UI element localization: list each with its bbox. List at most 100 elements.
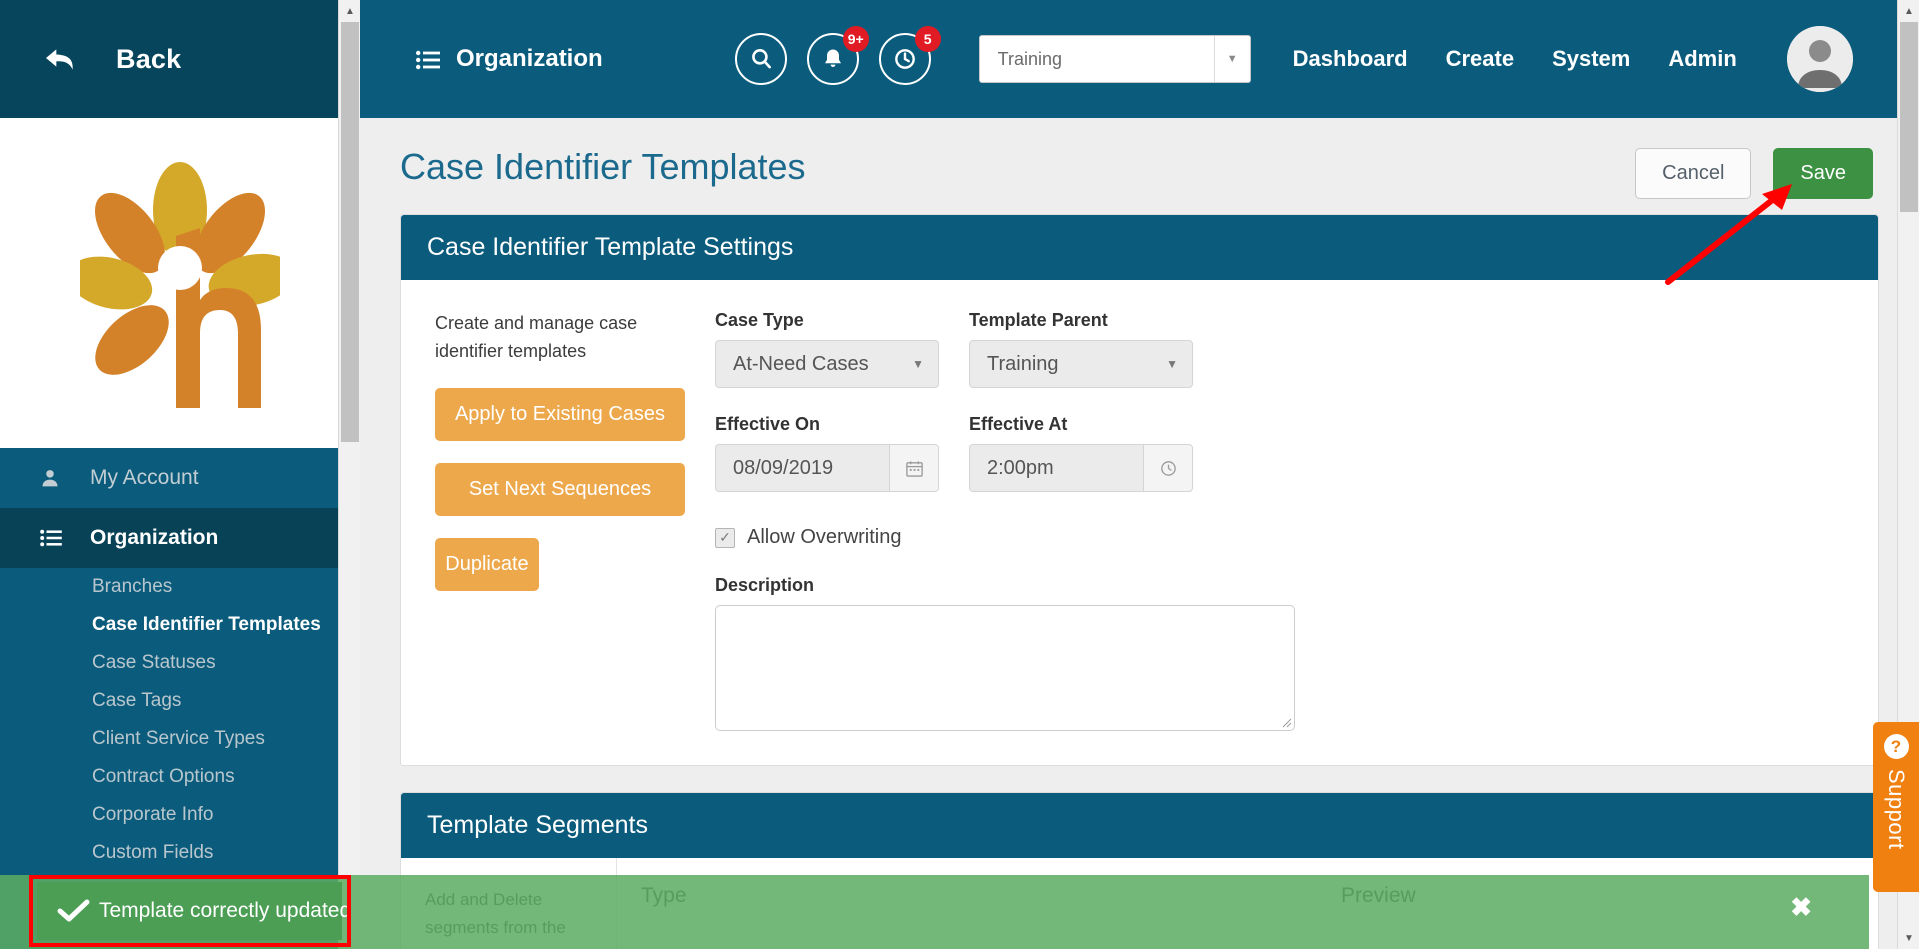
top-navigation-bar: Organization 9+ 5 Training ▼ Dashboard C… <box>360 0 1919 118</box>
search-button[interactable] <box>734 33 787 85</box>
template-parent-value: Training <box>987 352 1059 375</box>
avatar[interactable] <box>1786 26 1853 92</box>
scroll-up-icon[interactable]: ▲ <box>339 0 360 22</box>
sidebar-subitem-label: Case Tags <box>92 690 182 711</box>
toast-notification: Template correctly updated <box>37 882 351 940</box>
bell-icon <box>824 49 841 67</box>
sidebar-subitem-label: Contract Options <box>92 766 235 787</box>
effective-on-field: Effective On 08/09/2019 <box>715 414 939 492</box>
case-type-select[interactable]: At-Need Cases ▼ <box>715 340 939 388</box>
sidebar-item-organization[interactable]: Organization <box>0 508 360 568</box>
sidebar-item-case-identifier-templates[interactable]: Case Identifier Templates <box>0 606 360 644</box>
effective-on-label: Effective On <box>715 414 821 434</box>
settings-fields-column: Case Type At-Need Cases ▼ Template Paren… <box>715 310 1844 731</box>
list-icon <box>40 527 64 549</box>
sidebar-subitem-label: Client Service Types <box>92 728 265 749</box>
sidebar-item-my-account[interactable]: My Account <box>0 448 360 508</box>
template-parent-label: Template Parent <box>969 310 1108 330</box>
sidebar-scrollbar-thumb[interactable] <box>341 22 359 442</box>
toast-close-button[interactable]: ✖ <box>1790 892 1812 923</box>
back-button[interactable]: Back <box>0 0 360 118</box>
page-title: Case Identifier Templates <box>400 146 806 187</box>
page-actions: Cancel Save <box>1635 148 1873 199</box>
organization-select-value: Training <box>997 48 1063 69</box>
duplicate-button[interactable]: Duplicate <box>435 537 539 591</box>
settings-help-text: Create and manage case identifier templa… <box>435 313 638 361</box>
sidebar-item-label: Organization <box>90 526 219 549</box>
avatar-icon <box>1786 26 1853 92</box>
sidebar-item-case-statuses[interactable]: Case Statuses <box>0 644 360 682</box>
organization-select[interactable]: Training ▼ <box>978 35 1251 83</box>
organization-menu-label: Organization <box>456 45 603 72</box>
clock-icon <box>894 49 915 69</box>
recent-activity-button[interactable]: 5 <box>878 26 941 85</box>
sidebar-subitem-label: Corporate Info <box>92 804 214 825</box>
page-header: Case Identifier Templates Cancel Save <box>360 118 1919 199</box>
settings-actions-column: Create and manage case identifier templa… <box>435 310 715 731</box>
allow-overwriting-checkbox[interactable]: ✓ <box>715 527 735 548</box>
sidebar-item-custom-fields[interactable]: Custom Fields <box>0 834 360 872</box>
calendar-icon[interactable] <box>889 444 939 492</box>
allow-overwriting-checkbox-row[interactable]: ✓ Allow Overwriting <box>715 526 1844 549</box>
list-icon <box>416 49 440 70</box>
main-content: Case Identifier Templates Cancel Save Ca… <box>360 118 1919 949</box>
notifications-badge: 9+ <box>842 26 869 52</box>
effective-at-label: Effective At <box>969 414 1068 434</box>
case-identifier-template-settings-panel: Case Identifier Template Settings Create… <box>400 214 1879 766</box>
sidebar-item-branches[interactable]: Branches <box>0 568 360 606</box>
clock-icon[interactable] <box>1143 444 1193 492</box>
support-tab-label: Support <box>1884 769 1909 850</box>
scroll-down-icon[interactable]: ▼ <box>1898 927 1919 949</box>
user-icon <box>40 467 64 489</box>
question-mark-icon: ? <box>1883 734 1909 759</box>
nav-link-admin[interactable]: Admin <box>1668 46 1736 72</box>
chevron-down-icon: ▼ <box>1166 357 1178 371</box>
sidebar-item-case-tags[interactable]: Case Tags <box>0 682 360 720</box>
apply-to-existing-cases-button[interactable]: Apply to Existing Cases <box>435 387 685 441</box>
allow-overwriting-label: Allow Overwriting <box>747 526 902 548</box>
effective-at-input-group[interactable]: 2:00pm <box>969 444 1193 492</box>
effective-on-input-group[interactable]: 08/09/2019 <box>715 444 939 492</box>
notifications-button[interactable]: 9+ <box>806 26 869 85</box>
description-textarea[interactable] <box>715 605 1295 731</box>
sidebar-subitem-label: Case Identifier Templates <box>92 614 321 635</box>
nav-link-create[interactable]: Create <box>1446 46 1514 72</box>
allow-overwriting-row: ✓ Allow Overwriting Description <box>715 520 1844 731</box>
h-flower-logo-icon <box>80 162 280 408</box>
sidebar-item-client-service-types[interactable]: Client Service Types <box>0 720 360 758</box>
description-label: Description <box>715 575 815 595</box>
scroll-up-icon[interactable]: ▲ <box>1898 0 1919 22</box>
nav-link-system[interactable]: System <box>1552 46 1630 72</box>
back-label: Back <box>116 43 182 74</box>
effective-at-field: Effective At 2:00pm <box>969 414 1193 492</box>
topbar-icon-group: 9+ 5 <box>734 26 941 85</box>
save-button[interactable]: Save <box>1773 148 1873 199</box>
effective-on-input[interactable]: 08/09/2019 <box>715 444 889 492</box>
case-type-label: Case Type <box>715 310 804 330</box>
sidebar-item-corporate-info[interactable]: Corporate Info <box>0 796 360 834</box>
chevron-down-icon: ▼ <box>1213 36 1250 82</box>
effective-at-input[interactable]: 2:00pm <box>969 444 1143 492</box>
resize-handle-icon[interactable] <box>1280 716 1292 728</box>
case-type-field: Case Type At-Need Cases ▼ <box>715 310 939 388</box>
settings-panel-heading: Case Identifier Template Settings <box>401 215 1878 280</box>
search-icon <box>751 49 771 69</box>
sidebar-subitem-label: Case Statuses <box>92 652 216 673</box>
segments-panel-heading: Template Segments <box>401 793 1878 858</box>
support-tab[interactable]: ? Support <box>1873 722 1919 892</box>
sidebar-subitem-label: Custom Fields <box>92 842 214 863</box>
set-next-sequences-button[interactable]: Set Next Sequences <box>435 462 685 516</box>
case-type-value: At-Need Cases <box>733 352 869 375</box>
nav-link-dashboard[interactable]: Dashboard <box>1293 46 1408 72</box>
back-arrow-icon <box>46 49 73 70</box>
organization-menu-button[interactable]: Organization <box>416 45 603 73</box>
cancel-button[interactable]: Cancel <box>1635 148 1752 199</box>
window-scrollbar-thumb[interactable] <box>1900 22 1918 212</box>
sidebar-scrollbar[interactable]: ▲ <box>338 0 360 949</box>
chevron-down-icon: ▼ <box>912 357 924 371</box>
sidebar-item-label: My Account <box>90 466 199 489</box>
sidebar-item-contract-options[interactable]: Contract Options <box>0 758 360 796</box>
check-icon <box>57 899 90 922</box>
main-nav: Dashboard Create System Admin <box>1293 46 1775 72</box>
template-parent-select[interactable]: Training ▼ <box>969 340 1193 388</box>
